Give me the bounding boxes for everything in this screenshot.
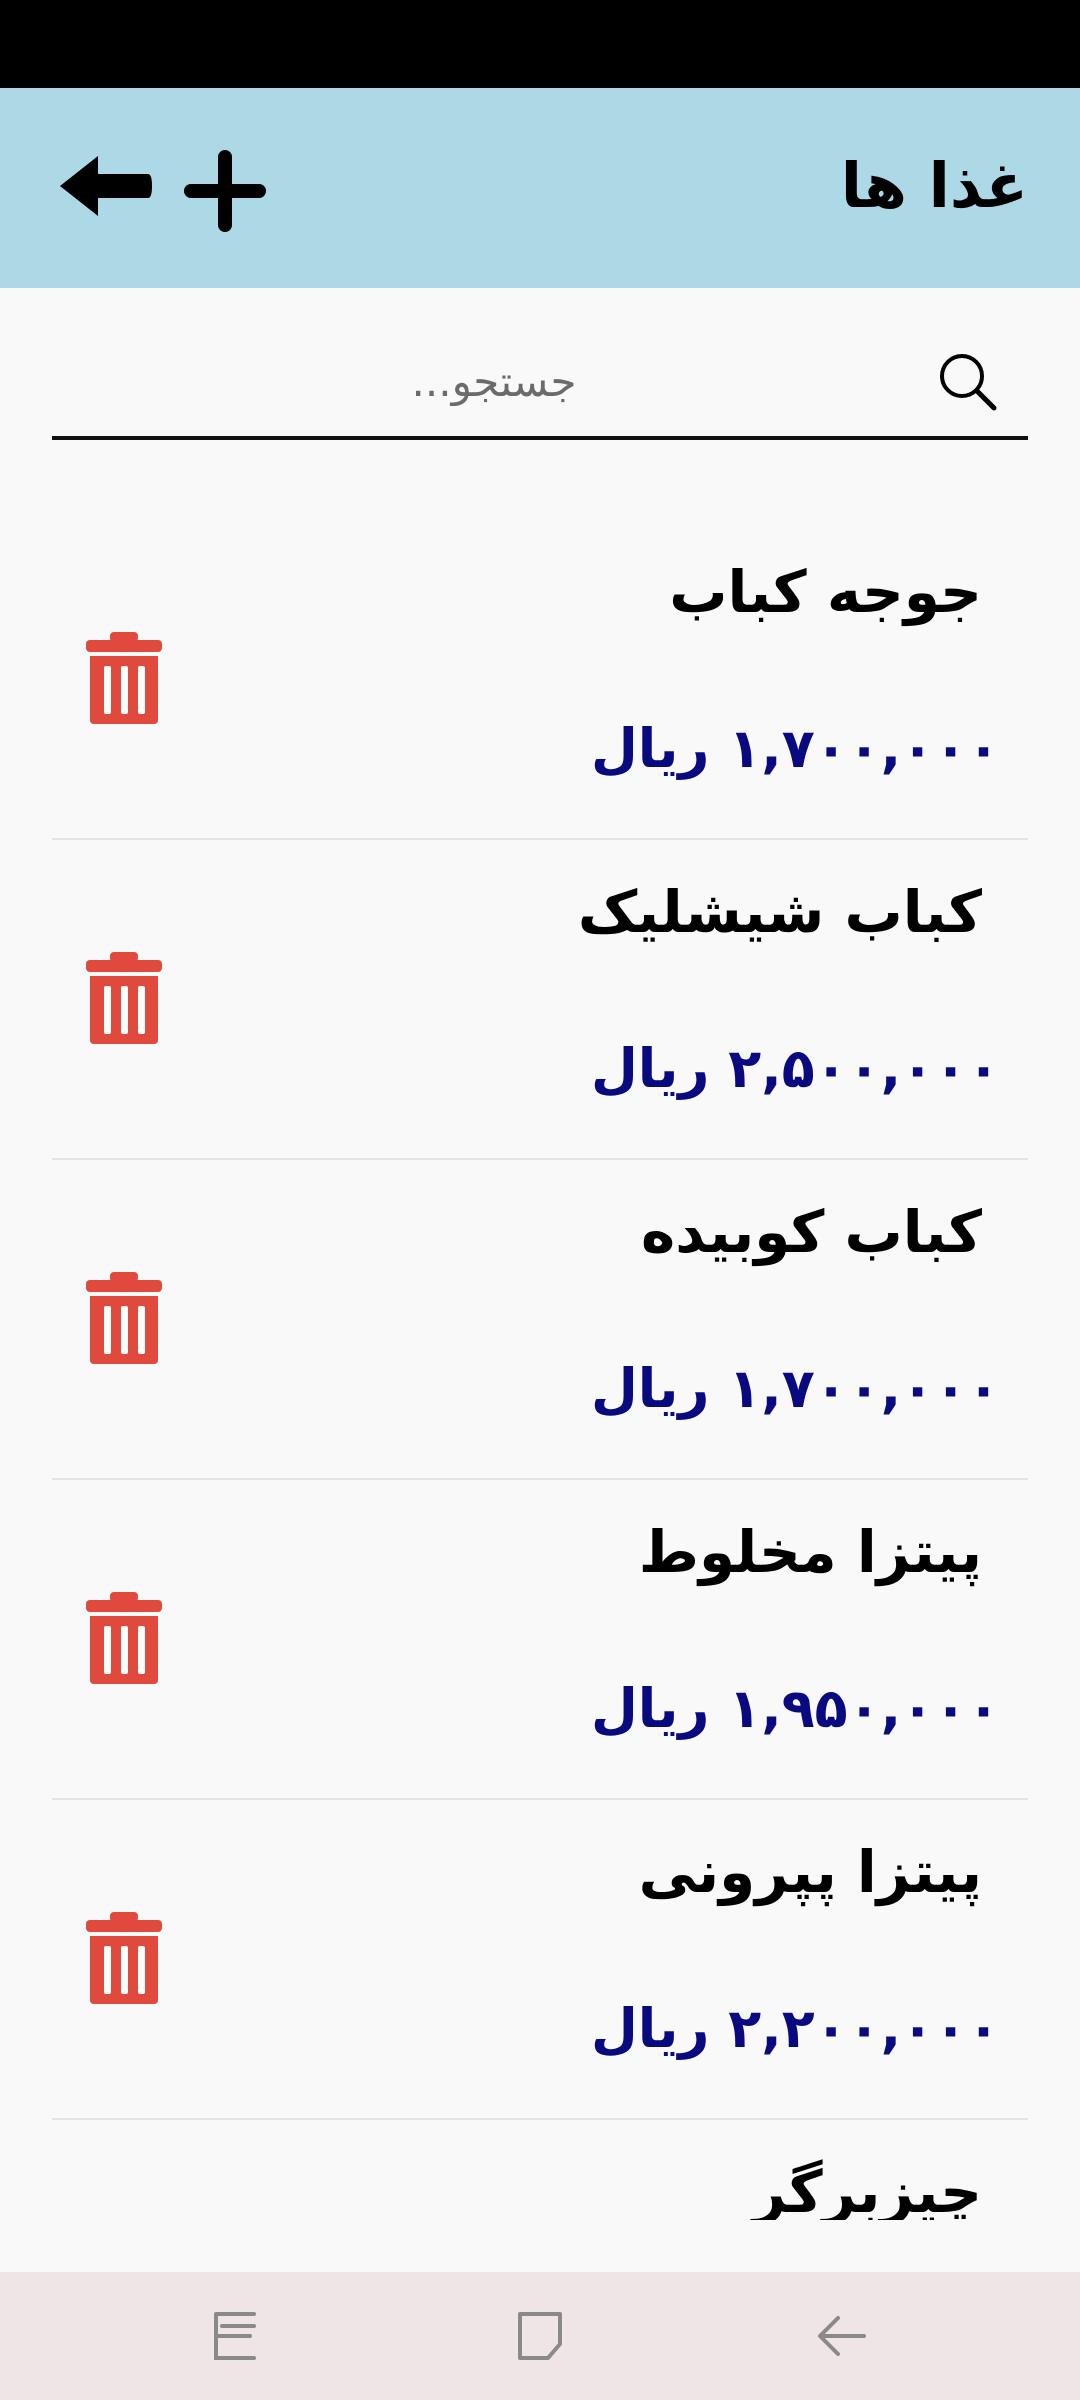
food-price: ۲,۲۰۰,۰۰۰ ریال — [590, 1997, 1000, 2060]
plus-icon — [184, 150, 266, 232]
trash-icon — [86, 952, 162, 1044]
trash-icon — [86, 1592, 162, 1684]
back-arrow-icon — [818, 2316, 866, 2356]
food-price: ۲,۵۰۰,۰۰۰ ریال — [590, 1037, 1000, 1100]
back-button[interactable] — [56, 148, 156, 228]
back-nav-button[interactable] — [812, 2306, 872, 2366]
trash-icon — [86, 1912, 162, 2004]
food-item[interactable]: کباب شیشلیک ۲,۵۰۰,۰۰۰ ریال — [52, 840, 1028, 1160]
search-bar — [52, 330, 1028, 440]
search-input[interactable] — [52, 330, 936, 432]
food-price: ۱,۷۰۰,۰۰۰ ریال — [590, 717, 1000, 780]
recent-apps-button[interactable] — [206, 2306, 266, 2366]
food-item[interactable]: جوجه کباب ۱,۷۰۰,۰۰۰ ریال — [52, 520, 1028, 840]
food-name: کباب کوبیده — [641, 1198, 982, 1266]
recent-apps-icon — [214, 2312, 256, 2360]
food-item[interactable]: کباب کوبیده ۱,۷۰۰,۰۰۰ ریال — [52, 1160, 1028, 1480]
food-list: جوجه کباب ۱,۷۰۰,۰۰۰ ریال کباب شیشلیک ۲,۵… — [52, 520, 1028, 2220]
food-name: پیتزا مخلوط — [638, 1518, 982, 1586]
food-price: ۱,۷۰۰,۰۰۰ ریال — [590, 1357, 1000, 1420]
search-icon[interactable] — [936, 350, 1000, 414]
food-item[interactable]: چیزبرگر — [52, 2120, 1028, 2220]
trash-icon — [86, 1272, 162, 1364]
delete-button[interactable] — [84, 1270, 164, 1366]
food-name: پیتزا پپرونی — [638, 1838, 982, 1906]
home-icon — [518, 2312, 562, 2360]
food-name: کباب شیشلیک — [577, 878, 982, 946]
page-title: غذا ها — [840, 149, 1028, 222]
trash-icon — [86, 632, 162, 724]
delete-button[interactable] — [84, 1910, 164, 2006]
food-item[interactable]: پیتزا پپرونی ۲,۲۰۰,۰۰۰ ریال — [52, 1800, 1028, 2120]
system-nav-bar — [0, 2272, 1080, 2400]
food-name: چیزبرگر — [752, 2158, 982, 2220]
delete-button[interactable] — [84, 630, 164, 726]
add-food-button[interactable] — [180, 146, 270, 236]
status-bar — [0, 0, 1080, 88]
delete-button[interactable] — [84, 1590, 164, 1686]
app-bar: غذا ها — [0, 88, 1080, 288]
home-button[interactable] — [510, 2306, 570, 2366]
food-price: ۱,۹۵۰,۰۰۰ ریال — [590, 1677, 1000, 1740]
food-item[interactable]: پیتزا مخلوط ۱,۹۵۰,۰۰۰ ریال — [52, 1480, 1028, 1800]
delete-button[interactable] — [84, 950, 164, 1046]
food-name: جوجه کباب — [669, 558, 982, 626]
arrow-left-icon — [60, 156, 152, 216]
